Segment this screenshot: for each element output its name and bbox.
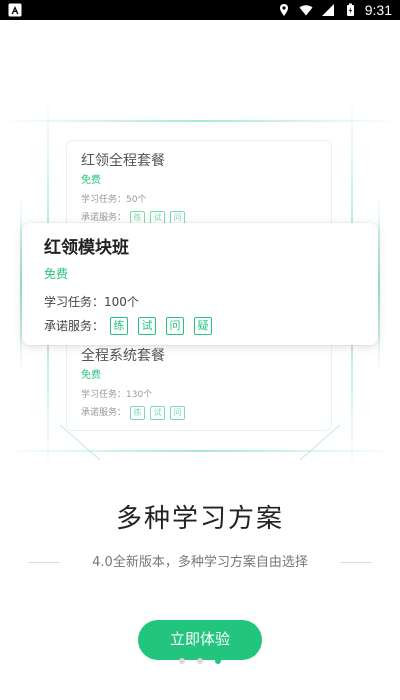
service-tag: 疑 (194, 317, 213, 335)
battery-icon (346, 3, 354, 16)
service-label: 承诺服务： (81, 408, 127, 418)
status-time: 9:31 (364, 2, 392, 18)
divider (28, 562, 60, 563)
status-bar: 9:31 (0, 0, 400, 20)
wifi-icon (299, 5, 313, 16)
service-tag: 问 (170, 406, 186, 420)
plan-card-full-course: 红领全程套餐 免费 学习任务：50个 承诺服务： 练 试 问 (66, 140, 332, 236)
page-dot-active[interactable] (215, 658, 221, 664)
service-tag: 练 (130, 406, 146, 420)
service-tag: 练 (110, 317, 129, 335)
plan-card-system-course: 全程系统套餐 免费 学习任务：130个 承诺服务： 练 试 问 (66, 335, 332, 431)
service-tag: 问 (166, 317, 185, 335)
page-subtitle: 4.0全新版本，多种学习方案自由选择 (92, 555, 308, 570)
plan-card-module-class: 红领模块班 免费 学习任务：100个 承诺服务： 练 试 问 疑 (22, 223, 378, 345)
page-dot[interactable] (179, 658, 185, 664)
subtitle-row: 4.0全新版本，多种学习方案自由选择 (0, 552, 400, 574)
plans-illustration: 红领全程套餐 免费 学习任务：50个 承诺服务： 练 试 问 全程系统套餐 免费… (0, 95, 400, 475)
signal-icon (321, 4, 334, 16)
plan-tasks: 学习任务：100个 (44, 295, 139, 309)
plan-tasks: 学习任务：130个 (81, 390, 153, 400)
plan-title: 红领模块班 (44, 238, 129, 258)
plan-tasks: 学习任务：50个 (81, 195, 147, 205)
app-notification-icon (8, 3, 22, 17)
location-icon (279, 4, 288, 16)
page-title: 多种学习方案 (115, 504, 284, 534)
divider (340, 562, 372, 563)
plan-price: 免费 (44, 267, 69, 281)
try-now-button[interactable]: 立即体验 (138, 620, 262, 660)
plan-services: 承诺服务： 练 试 问 (81, 406, 317, 420)
plan-price: 免费 (81, 370, 101, 381)
service-label: 承诺服务： (44, 319, 105, 333)
plan-title: 全程系统套餐 (81, 348, 165, 364)
page-dot[interactable] (197, 658, 203, 664)
page-indicator (0, 658, 400, 666)
plan-services: 承诺服务： 练 试 问 疑 (44, 317, 356, 335)
service-tag: 试 (150, 406, 166, 420)
service-tag: 试 (138, 317, 157, 335)
plan-price: 免费 (81, 175, 101, 186)
plan-title: 红领全程套餐 (81, 153, 165, 169)
